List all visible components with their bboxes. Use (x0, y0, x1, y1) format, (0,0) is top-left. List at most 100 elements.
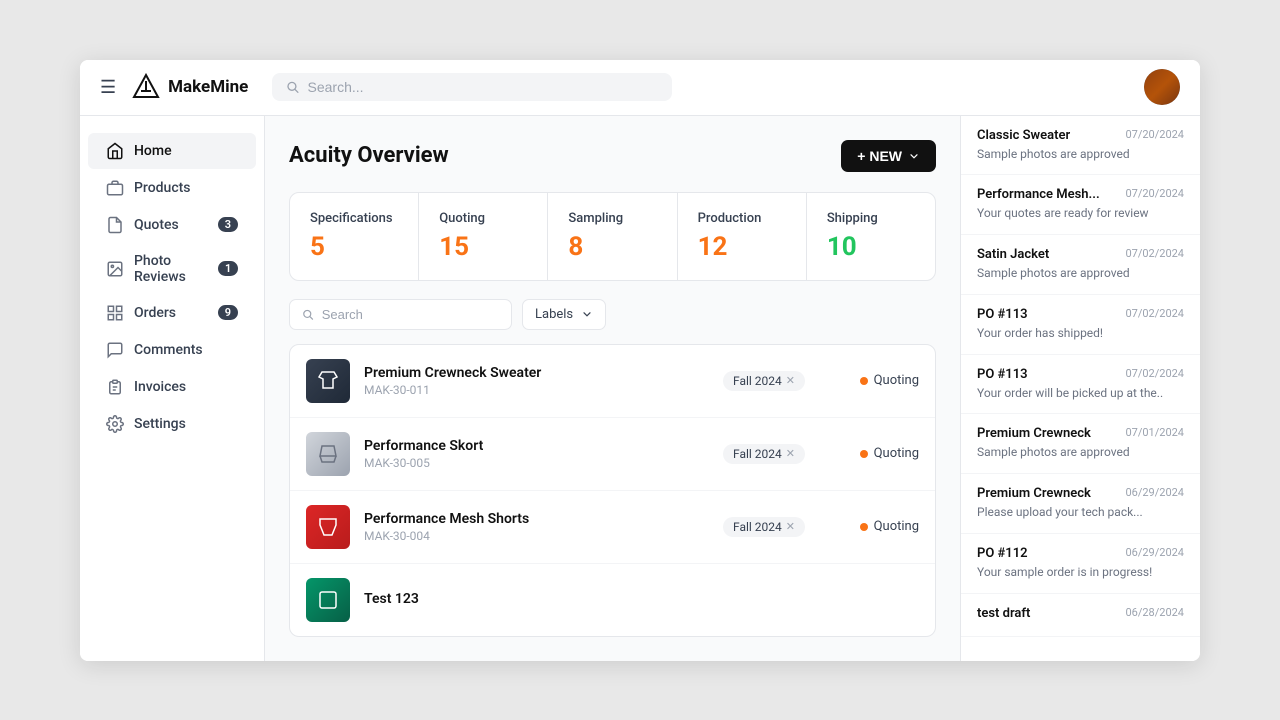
sidebar-item-home[interactable]: Home (88, 133, 256, 169)
product-tag[interactable]: Fall 2024 ✕ (723, 517, 805, 537)
global-search-input[interactable] (308, 79, 659, 95)
notification-title: Premium Crewneck (977, 426, 1119, 441)
home-icon (106, 142, 124, 160)
notification-item[interactable]: PO #112 06/29/2024 Your sample order is … (961, 534, 1200, 594)
product-search-filter[interactable] (289, 299, 512, 330)
product-list: Premium Crewneck Sweater MAK-30-011 Fall… (289, 344, 936, 637)
status-dot (860, 450, 868, 458)
invoices-icon (106, 378, 124, 396)
notification-header: PO #113 07/02/2024 (977, 307, 1184, 322)
notification-item[interactable]: Premium Crewneck 07/01/2024 Sample photo… (961, 414, 1200, 474)
new-button-label: + NEW (857, 148, 902, 164)
stat-shipping-label: Shipping (827, 211, 915, 226)
product-row[interactable]: Performance Skort MAK-30-005 Fall 2024 ✕… (290, 418, 935, 491)
product-info: Performance Skort MAK-30-005 (364, 438, 709, 470)
sidebar-label-orders: Orders (134, 305, 176, 321)
sidebar-label-invoices: Invoices (134, 379, 186, 395)
labels-filter[interactable]: Labels (522, 299, 606, 330)
notification-date: 06/29/2024 (1125, 546, 1184, 559)
notification-header: PO #112 06/29/2024 (977, 546, 1184, 561)
search-filter-icon (302, 308, 314, 321)
notification-date: 07/20/2024 (1125, 187, 1184, 200)
stat-production-label: Production (698, 211, 786, 226)
stat-sampling[interactable]: Sampling 8 (548, 193, 677, 280)
photo-reviews-badge: 1 (218, 261, 238, 276)
sidebar-item-settings[interactable]: Settings (88, 406, 256, 442)
settings-icon (106, 415, 124, 433)
sidebar-item-invoices[interactable]: Invoices (88, 369, 256, 405)
product-info: Performance Mesh Shorts MAK-30-004 (364, 511, 709, 543)
notification-date: 06/29/2024 (1125, 486, 1184, 499)
topbar: ☰ MakeMine (80, 60, 1200, 116)
sidebar-item-comments[interactable]: Comments (88, 332, 256, 368)
stat-quoting[interactable]: Quoting 15 (419, 193, 548, 280)
notification-header: Premium Crewneck 07/01/2024 (977, 426, 1184, 441)
product-thumbnail-skort (306, 432, 350, 476)
tag-remove-icon[interactable]: ✕ (786, 520, 795, 533)
notification-body: Sample photos are approved (977, 265, 1184, 282)
status-dot (860, 377, 868, 385)
product-search-input[interactable] (322, 307, 499, 322)
notification-title: Satin Jacket (977, 247, 1119, 262)
product-name: Performance Skort (364, 438, 709, 454)
notification-title: PO #112 (977, 546, 1119, 561)
product-sku: MAK-30-004 (364, 529, 709, 543)
products-icon (106, 179, 124, 197)
notification-header: Performance Mesh... 07/20/2024 (977, 187, 1184, 202)
notification-item[interactable]: PO #113 07/02/2024 Your order will be pi… (961, 355, 1200, 415)
product-row[interactable]: Performance Mesh Shorts MAK-30-004 Fall … (290, 491, 935, 564)
product-status: Quoting (819, 373, 919, 388)
tag-remove-icon[interactable]: ✕ (786, 447, 795, 460)
notification-item[interactable]: Classic Sweater 07/20/2024 Sample photos… (961, 116, 1200, 176)
notification-date: 07/02/2024 (1125, 307, 1184, 320)
stat-shipping[interactable]: Shipping 10 (807, 193, 935, 280)
stat-specifications[interactable]: Specifications 5 (290, 193, 419, 280)
global-search-bar[interactable] (272, 73, 672, 101)
stat-production[interactable]: Production 12 (678, 193, 807, 280)
product-thumbnail-sweater (306, 359, 350, 403)
notification-item[interactable]: PO #113 07/02/2024 Your order has shippe… (961, 295, 1200, 355)
notification-item[interactable]: Satin Jacket 07/02/2024 Sample photos ar… (961, 235, 1200, 295)
tag-remove-icon[interactable]: ✕ (786, 374, 795, 387)
product-row[interactable]: Premium Crewneck Sweater MAK-30-011 Fall… (290, 345, 935, 418)
status-dot (860, 523, 868, 531)
notification-date: 07/02/2024 (1125, 247, 1184, 260)
notification-item[interactable]: Premium Crewneck 06/29/2024 Please uploa… (961, 474, 1200, 534)
product-status-text: Quoting (874, 373, 919, 388)
avatar[interactable] (1144, 69, 1180, 105)
product-tag-text: Fall 2024 (733, 447, 782, 461)
search-icon (286, 80, 299, 94)
logo[interactable]: MakeMine (132, 73, 248, 101)
stat-specifications-value: 5 (310, 232, 398, 262)
hamburger-icon[interactable]: ☰ (100, 77, 116, 98)
stat-sampling-label: Sampling (568, 211, 656, 226)
product-row[interactable]: Test 123 (290, 564, 935, 636)
notification-title: PO #113 (977, 307, 1119, 322)
notification-header: Satin Jacket 07/02/2024 (977, 247, 1184, 262)
notification-body: Please upload your tech pack... (977, 504, 1184, 521)
product-tag[interactable]: Fall 2024 ✕ (723, 371, 805, 391)
sidebar-item-products[interactable]: Products (88, 170, 256, 206)
product-thumbnail-shorts (306, 505, 350, 549)
sidebar-item-photo-reviews[interactable]: Photo Reviews 1 (88, 244, 256, 294)
notification-header: Classic Sweater 07/20/2024 (977, 128, 1184, 143)
notification-body: Your quotes are ready for review (977, 205, 1184, 222)
new-button[interactable]: + NEW (841, 140, 936, 172)
product-name: Performance Mesh Shorts (364, 511, 709, 527)
product-status: Quoting (819, 446, 919, 461)
sidebar-item-orders[interactable]: Orders 9 (88, 295, 256, 331)
product-tag[interactable]: Fall 2024 ✕ (723, 444, 805, 464)
topbar-right (1144, 69, 1180, 105)
product-info: Test 123 (364, 591, 919, 609)
notification-date: 06/28/2024 (1125, 606, 1184, 619)
product-name: Premium Crewneck Sweater (364, 365, 709, 381)
sidebar-label-quotes: Quotes (134, 217, 179, 233)
notification-item[interactable]: Performance Mesh... 07/20/2024 Your quot… (961, 175, 1200, 235)
page-title: Acuity Overview (289, 143, 449, 168)
notification-item[interactable]: test draft 06/28/2024 (961, 594, 1200, 637)
stat-sampling-value: 8 (568, 232, 656, 262)
stat-quoting-value: 15 (439, 232, 527, 262)
sidebar-label-settings: Settings (134, 416, 186, 432)
sidebar-item-quotes[interactable]: Quotes 3 (88, 207, 256, 243)
notification-date: 07/01/2024 (1125, 426, 1184, 439)
